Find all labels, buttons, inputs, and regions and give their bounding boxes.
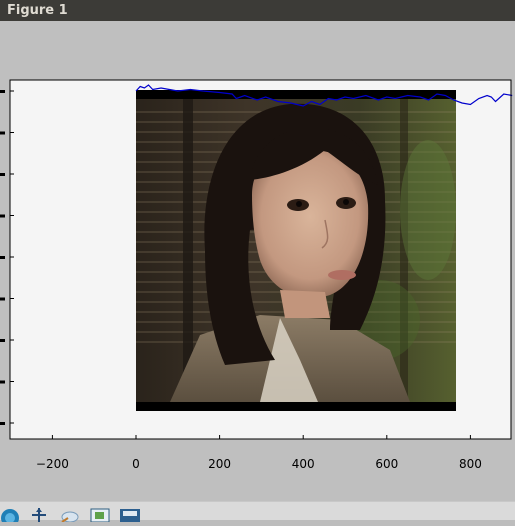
- home-button[interactable]: [0, 506, 22, 526]
- x-tick-label: 800: [459, 457, 482, 471]
- subplots-icon: [90, 508, 110, 523]
- save-button[interactable]: [119, 506, 141, 522]
- pan-icon: [32, 508, 46, 522]
- portrait-image: [136, 90, 456, 411]
- y-tick-label-fragment: [0, 173, 5, 176]
- y-tick-label-fragment: [0, 90, 5, 93]
- y-tick-label-fragment: [0, 131, 5, 135]
- pan-button[interactable]: [28, 506, 50, 522]
- x-tick-label: 600: [375, 457, 398, 471]
- x-tick-label: 0: [132, 457, 140, 471]
- home-icon: [1, 509, 19, 526]
- y-tick-label-fragment: [0, 214, 5, 218]
- x-tick-label: −200: [36, 457, 69, 471]
- x-tick-label: 200: [208, 457, 231, 471]
- x-ticks: −200 0 200 400 600 800: [36, 435, 482, 471]
- x-tick-label: 400: [292, 457, 315, 471]
- configure-subplots-button[interactable]: [89, 506, 111, 523]
- y-tick-label-fragment: [0, 380, 5, 384]
- y-tick-label-fragment: [0, 297, 5, 301]
- y-tick-label-fragment: [0, 422, 5, 425]
- zoom-button[interactable]: [58, 506, 80, 523]
- y-tick-label-fragment: [0, 256, 5, 259]
- y-tick-label-fragment: [0, 339, 5, 342]
- save-icon: [120, 509, 140, 522]
- zoom-icon: [61, 511, 79, 523]
- plot-area: −200 0 200 400 600 800: [0, 79, 513, 471]
- navigation-toolbar: [0, 501, 515, 526]
